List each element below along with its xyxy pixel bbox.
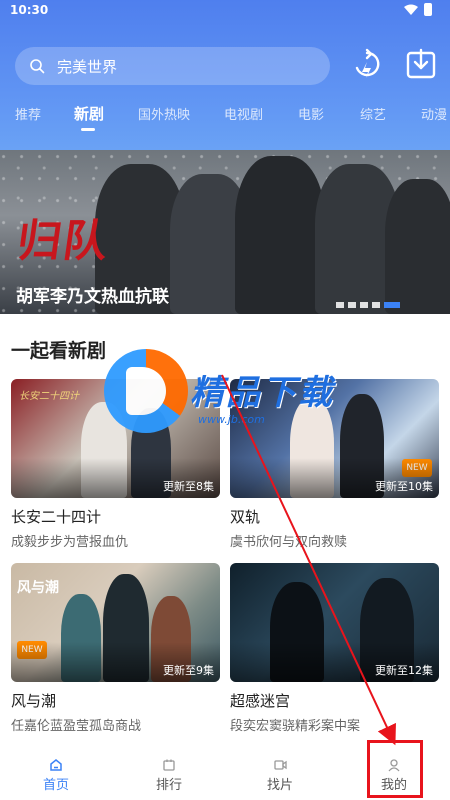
tab-anime[interactable]: 动漫 [421, 104, 447, 123]
tab-tv-series[interactable]: 电视剧 [224, 104, 263, 123]
episode-badge: 更新至8集 [163, 480, 214, 493]
tab-variety[interactable]: 综艺 [360, 104, 386, 123]
tab-indicator [81, 128, 95, 131]
drama-title: 超感迷宫 [230, 692, 291, 710]
status-icons [404, 3, 432, 16]
pagination-dot[interactable] [336, 302, 344, 308]
watermark-logo [104, 349, 188, 433]
search-input[interactable]: 完美世界 [15, 47, 330, 85]
drama-thumbnail: 更新至12集 [230, 563, 439, 682]
search-icon [30, 59, 45, 74]
app-header: 10:30 完美世界 推荐 新剧 国外热映 电视剧 电影 综艺 动漫 [0, 0, 450, 150]
drama-title: 双轨 [230, 508, 261, 526]
drama-subtitle: 虞书欣何与双向救赎 [230, 535, 348, 550]
banner-pagination [336, 302, 400, 308]
search-placeholder: 完美世界 [57, 57, 118, 76]
watermark-url: www.jb.com [198, 413, 265, 426]
tab-new-drama[interactable]: 新剧 [74, 103, 104, 124]
drama-title: 长安二十四计 [11, 508, 102, 526]
nav-home[interactable]: 首页 [26, 752, 86, 793]
banner-figure [385, 179, 450, 314]
episode-badge: 更新至12集 [375, 664, 433, 677]
watermark-text: 精品下载 [190, 373, 334, 413]
drama-card[interactable]: 风与潮 NEW 更新至9集 风与潮 任嘉伦蓝盈莹孤岛商战 [11, 563, 220, 734]
drama-subtitle: 任嘉伦蓝盈莹孤岛商战 [11, 719, 142, 734]
wifi-icon [404, 4, 418, 15]
thumbnail-label: 风与潮 [17, 580, 59, 596]
tab-foreign-hits[interactable]: 国外热映 [138, 104, 190, 123]
drama-subtitle: 段奕宏窦骁精彩案中案 [230, 719, 361, 734]
status-time: 10:30 [10, 3, 49, 17]
pagination-dot[interactable] [360, 302, 368, 308]
episode-badge: 更新至9集 [163, 664, 214, 677]
section-title: 一起看新剧 [11, 340, 107, 362]
nav-ranking-label: 排行 [155, 778, 182, 793]
episode-badge: 更新至10集 [375, 480, 433, 493]
nav-home-label: 首页 [42, 778, 69, 793]
nav-find-film-label: 找片 [266, 778, 293, 793]
history-icon[interactable] [352, 48, 382, 82]
drama-thumbnail: 风与潮 NEW 更新至9集 [11, 563, 220, 682]
nav-find-film[interactable]: 找片 [250, 752, 310, 793]
tab-recommend[interactable]: 推荐 [15, 104, 41, 123]
drama-subtitle: 成毅步步为营报血仇 [11, 535, 129, 550]
download-icon[interactable] [406, 48, 436, 82]
battery-icon [424, 3, 432, 16]
banner-title: 胡军李乃文热血抗联 [16, 287, 169, 307]
hero-banner[interactable]: 归队 胡军李乃文热血抗联 [0, 150, 450, 314]
pagination-dot[interactable] [348, 302, 356, 308]
status-bar: 10:30 [0, 0, 450, 22]
thumbnail-label: 长安二十四计 [19, 391, 79, 402]
pagination-dot[interactable] [372, 302, 380, 308]
ranking-icon [163, 759, 175, 771]
banner-figure [235, 156, 325, 314]
tab-movies[interactable]: 电影 [298, 104, 324, 123]
film-icon [274, 760, 287, 770]
pagination-dot-active[interactable] [384, 302, 400, 308]
nav-ranking[interactable]: 排行 [139, 752, 199, 793]
category-tabs: 推荐 新剧 国外热映 电视剧 电影 综艺 动漫 [0, 103, 450, 131]
drama-title: 风与潮 [11, 692, 57, 710]
drama-card[interactable]: 更新至12集 超感迷宫 段奕宏窦骁精彩案中案 [230, 563, 439, 734]
annotation-highlight-box [367, 740, 423, 798]
home-icon [50, 759, 62, 771]
banner-logo: 归队 [13, 216, 113, 267]
